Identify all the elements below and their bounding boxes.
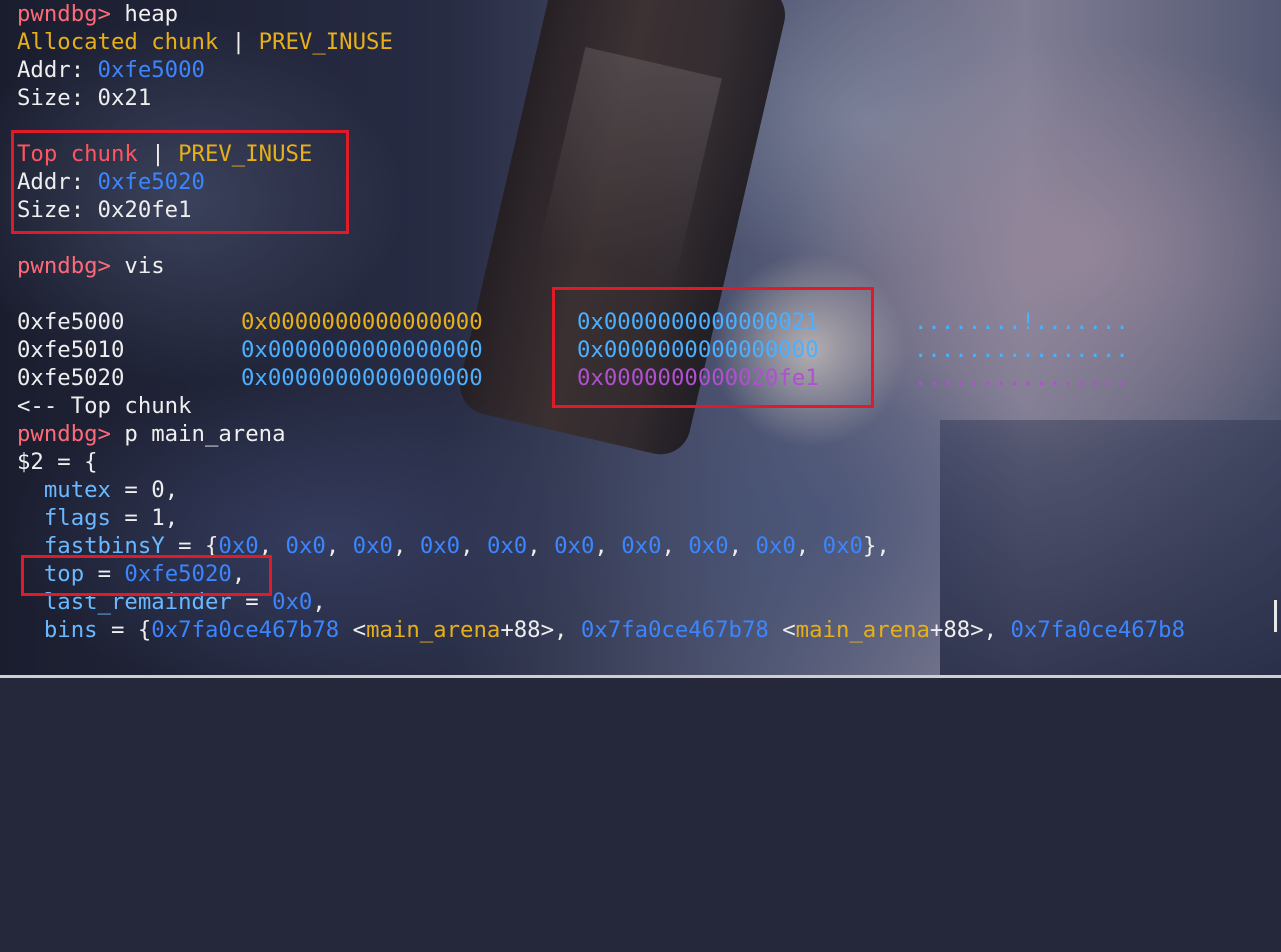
addr-label: Addr:	[17, 57, 98, 83]
result-open-line: $2 = {	[17, 449, 98, 475]
top-chunk-highlight-box	[11, 130, 349, 234]
field-name: mutex	[43, 477, 111, 503]
allocated-addr-line: Addr: 0xfe5000	[17, 56, 205, 84]
fastbin-value: 0x0	[419, 533, 461, 559]
vis-row-ascii: ................	[914, 337, 1129, 363]
allocated-size-line: Size: 0x21	[17, 84, 151, 112]
vis-row-ascii: ................	[914, 365, 1129, 391]
mutex-line: mutex = 0,	[43, 477, 179, 503]
bins-line: bins = {0x7fa0ce467b78 <main_arena+88>, …	[43, 617, 1185, 643]
field-name: flags	[43, 505, 111, 531]
flags-line: flags = 1,	[43, 505, 179, 531]
vis-command-line: pwndbg> vis	[17, 252, 165, 280]
top-field-highlight-box	[21, 555, 272, 596]
allocated-size-value: 0x21	[97, 85, 152, 111]
allocated-chunk-label: Allocated chunk	[17, 29, 219, 55]
command-text: vis	[124, 253, 165, 279]
scrollbar-thumb[interactable]	[1274, 600, 1277, 632]
prompt: pwndbg>	[17, 1, 111, 27]
fastbin-value: 0x0	[688, 533, 729, 559]
vis-size-highlight-box	[552, 287, 874, 408]
bin-symbol: main_arena	[366, 617, 501, 643]
vis-row: 0xfe5020 0x0000000000000000 0x000000000002…	[17, 364, 1129, 392]
vis-row-addr: 0xfe5020	[17, 365, 125, 391]
bin-addr: 0x7fa0ce467b78	[151, 617, 340, 643]
field-value: 0	[151, 477, 165, 503]
fastbin-value: 0x0	[352, 533, 393, 559]
vis-row: 0xfe5000 0x0000000000000000 0x000000000000…	[17, 308, 1129, 336]
heap-command-line: pwndbg> heap	[17, 0, 178, 28]
fastbin-value: 0x0	[486, 533, 528, 559]
bin-symbol: main_arena	[795, 617, 930, 643]
bin-addr: 0x7fa0ce467b78	[580, 617, 769, 643]
print-command-line: pwndbg> p main_arena	[17, 420, 286, 448]
bin-offset: +88	[500, 617, 541, 643]
prompt: pwndbg>	[17, 421, 111, 447]
bin-offset: +88	[929, 617, 971, 643]
prompt: pwndbg>	[17, 253, 111, 279]
field-name: bins	[43, 617, 98, 643]
command-text: heap	[124, 1, 179, 27]
fastbin-value: 0x0	[554, 533, 595, 559]
vis-row: 0xfe5010 0x0000000000000000 0x000000000000…	[17, 336, 1129, 364]
fastbin-value: 0x0	[755, 533, 796, 559]
command-text: p main_arena	[124, 421, 286, 447]
size-label: Size:	[17, 85, 98, 111]
fastbin-value: 0x0	[285, 533, 326, 559]
prev-inuse-flag: PREV_INUSE	[258, 29, 393, 55]
separator: |	[218, 29, 259, 55]
allocated-chunk-header: Allocated chunk | PREV_INUSE	[17, 28, 393, 56]
field-value: 1	[151, 505, 165, 531]
vis-row-qword1: 0x0000000000000000	[241, 365, 483, 391]
vis-row-addr: 0xfe5000	[17, 309, 125, 335]
vis-row-qword1: 0x0000000000000000	[241, 337, 483, 363]
vis-row-qword1: 0x0000000000000000	[241, 309, 483, 335]
top-chunk-marker: <-- Top chunk	[17, 393, 192, 419]
allocated-addr-value: 0xfe5000	[97, 57, 205, 83]
bin-addr: 0x7fa0ce467b8	[1010, 617, 1185, 643]
fastbin-value: 0x0	[621, 533, 662, 559]
vis-row-ascii: ........!.......	[914, 309, 1129, 335]
field-value: 0x0	[272, 589, 313, 615]
fastbin-value: 0x0	[822, 533, 863, 559]
vis-row-addr: 0xfe5010	[17, 337, 125, 363]
